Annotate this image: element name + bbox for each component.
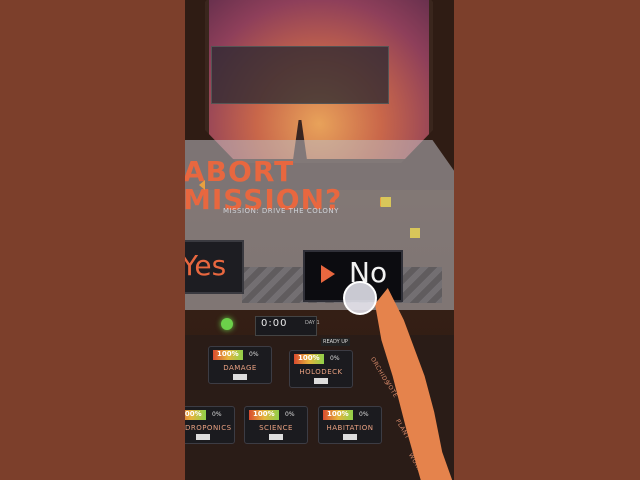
gauge-damage: 100% 0% DAMAGE [208, 346, 272, 384]
left-letterbox [0, 0, 185, 480]
ready-up-button[interactable]: READY UP [321, 338, 350, 346]
gauge-label: HYDROPONICS [185, 424, 232, 432]
gauge-label: HOLODECK [299, 368, 343, 376]
yes-button-label: Yes [185, 249, 227, 282]
gauge-science: 100% 0% SCIENCE [244, 406, 308, 444]
gauge-label: SCIENCE [259, 424, 293, 432]
panel-widget [381, 197, 391, 207]
gauge-hydroponics: 100% 0% HYDROPONICS [185, 406, 235, 444]
gauge-zero: 0% [359, 411, 369, 418]
prev-arrow-icon[interactable] [199, 180, 205, 190]
gauge-habitation: 100% 0% HABITATION [318, 406, 382, 444]
play-arrow-icon [321, 265, 335, 283]
gauge-holodeck: 100% 0% HOLODECK [289, 350, 353, 388]
gauge-zero: 0% [249, 351, 259, 358]
gauge-zero: 0% [285, 411, 295, 418]
gauge-control[interactable] [314, 378, 328, 384]
mission-info-panel [211, 46, 389, 104]
gauge-percent: 100% [327, 410, 349, 418]
mission-clock: 0:00 [261, 318, 288, 329]
gauge-control[interactable] [269, 434, 283, 440]
gauge-percent: 100% [217, 350, 239, 358]
gauge-control[interactable] [196, 434, 210, 440]
right-letterbox [454, 0, 640, 480]
gauge-label: HABITATION [326, 424, 374, 432]
gauge-control[interactable] [343, 434, 357, 440]
gauge-percent: 100% [253, 410, 275, 418]
mission-text: MISSION: DRIVE THE COLONY [223, 207, 339, 215]
pointer-cursor [343, 281, 377, 315]
gauge-zero: 0% [212, 411, 222, 418]
gauge-percent: 100% [185, 410, 202, 418]
day-counter: DAY 1 [305, 320, 320, 326]
game-scene: ABORT MISSION? MISSION: DRIVE THE COLONY… [185, 0, 454, 480]
gauge-percent: 100% [298, 354, 320, 362]
gauge-control[interactable] [233, 374, 247, 380]
gauge-label: DAMAGE [223, 364, 257, 372]
status-light [221, 318, 233, 330]
gauge-zero: 0% [330, 355, 340, 362]
panel-widget [410, 228, 420, 238]
